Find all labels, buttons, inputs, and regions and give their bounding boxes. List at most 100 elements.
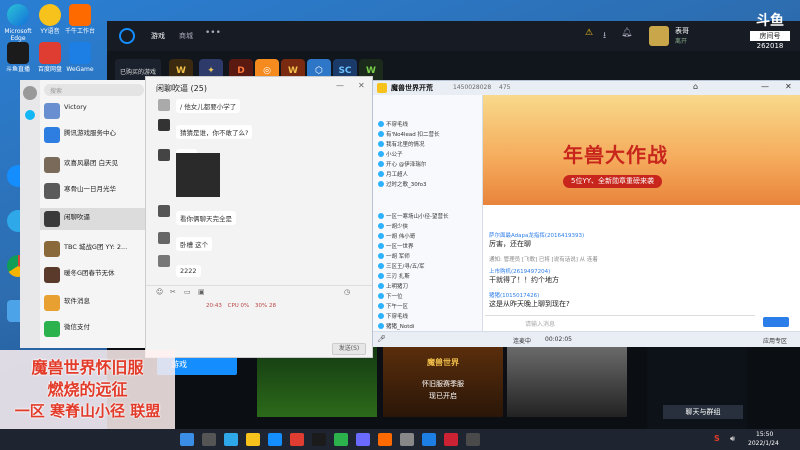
- desktop-icon-douyu[interactable]: 斗鱼直播: [3, 42, 33, 73]
- channel-user[interactable]: 上明猪刀: [378, 282, 408, 290]
- list-item[interactable]: 微信支付: [40, 318, 148, 340]
- user-status[interactable]: 离开: [675, 36, 687, 45]
- avatar[interactable]: [649, 26, 669, 46]
- send-button[interactable]: 发送(S): [332, 343, 366, 355]
- list-item[interactable]: 欢喜风暴团 白天见: [40, 154, 148, 176]
- douyu-watermark: 斗鱼 房间号 262018: [740, 10, 800, 58]
- chat-user[interactable]: 上市购机(2619497204): [489, 267, 550, 275]
- taskbar-app-icon[interactable]: [466, 433, 480, 446]
- taskbar-app-icon[interactable]: [356, 433, 370, 446]
- nav-shop[interactable]: 商城: [179, 31, 193, 41]
- list-item-selected[interactable]: 闲聊吹逼: [40, 208, 148, 230]
- channel-user[interactable]: 一胡 军师: [378, 252, 410, 260]
- channel-user[interactable]: 下午一区: [378, 302, 408, 310]
- list-item-name: 寒骨山一日月光华: [64, 185, 116, 193]
- taskbar-date[interactable]: 2022/1/24: [748, 440, 779, 447]
- channel-user-name: 开心 @伊泽瑞尔: [386, 162, 427, 168]
- home-icon[interactable]: ⌂: [693, 82, 698, 91]
- channel-user[interactable]: 一区一世界: [378, 242, 414, 250]
- user-dot-icon: [378, 181, 384, 187]
- image-icon[interactable]: ▣: [198, 288, 205, 296]
- chat-user[interactable]: 萨尔面最Adapa龙指挥(2016419393): [489, 231, 584, 239]
- send-icon[interactable]: [763, 317, 789, 327]
- minimize-icon[interactable]: —: [336, 81, 344, 90]
- desktop-icon-label: WeGame: [66, 66, 94, 73]
- nav-games[interactable]: 游戏: [151, 31, 165, 41]
- battlenet-logo-icon[interactable]: [119, 28, 135, 44]
- desktop-icon-wegame[interactable]: WeGame: [65, 42, 95, 73]
- channel-user[interactable]: 我有北里的情况: [378, 140, 425, 148]
- taskbar-app-icon[interactable]: [400, 433, 414, 446]
- taskbar-app-icon[interactable]: [224, 433, 238, 446]
- list-item[interactable]: 软件消息: [40, 292, 148, 314]
- desktop-icon-yy[interactable]: YY语音: [35, 4, 65, 35]
- list-item[interactable]: 暖冬G团春节无休: [40, 264, 148, 286]
- channel-user[interactable]: 有'No4lead 扣二营长: [378, 130, 440, 138]
- bell-icon[interactable]: 🔔︎: [621, 28, 632, 38]
- user-dot-icon: [378, 131, 384, 137]
- chat-input[interactable]: 请输入消息: [485, 315, 755, 329]
- taskbar-app-icon[interactable]: [378, 433, 392, 446]
- qq-avatar[interactable]: [23, 86, 37, 100]
- channel-user[interactable]: 月工超人: [378, 170, 408, 178]
- channel-user[interactable]: 下一位: [378, 292, 403, 300]
- windows-start-icon[interactable]: [180, 433, 194, 446]
- chat-image[interactable]: [176, 153, 220, 197]
- desktop-icon-baidu[interactable]: 百度网盘: [35, 42, 65, 73]
- warning-icon[interactable]: ⚠: [585, 28, 593, 38]
- channel-user[interactable]: 不穿毛线: [378, 120, 408, 128]
- taskbar-app-icon[interactable]: [334, 433, 348, 446]
- more-icon[interactable]: •••: [205, 28, 221, 38]
- channel-user[interactable]: 一区一寒场山小径-望营长: [378, 212, 449, 220]
- list-item-name: 软件消息: [64, 297, 90, 305]
- taskbar-app-icon[interactable]: [422, 433, 436, 446]
- close-icon[interactable]: ✕: [358, 81, 365, 90]
- desktop-icon-label: YY语音: [40, 28, 60, 35]
- douyu-room-label: 房间号: [750, 31, 790, 41]
- game-card[interactable]: [507, 347, 627, 417]
- volume-icon[interactable]: 🔊︎: [730, 434, 735, 444]
- chat-message: 这是从昨天晚上聊到现在?: [489, 300, 570, 308]
- desktop-icon-edge[interactable]: Microsoft Edge: [3, 4, 33, 42]
- featured-card[interactable]: 魔兽世界 怀旧服赛季服 现已开启: [383, 347, 503, 417]
- qq-search-input[interactable]: 搜索: [44, 84, 144, 96]
- channel-user[interactable]: 开心 @伊泽瑞尔: [378, 160, 426, 168]
- taskbar-app-icon[interactable]: [290, 433, 304, 446]
- emoji-icon[interactable]: ☺: [156, 288, 163, 296]
- channel-user[interactable]: 下穿毛线: [378, 312, 408, 320]
- scissors-icon[interactable]: ✂: [170, 288, 176, 296]
- list-item[interactable]: Victory: [40, 100, 148, 122]
- taskbar-app-icon[interactable]: [268, 433, 282, 446]
- list-item[interactable]: 腾讯游戏服务中心: [40, 124, 148, 146]
- channel-user[interactable]: 小公子: [378, 150, 403, 158]
- minimize-icon[interactable]: —: [761, 82, 769, 91]
- yy-footer-right[interactable]: 应用专区: [763, 336, 787, 345]
- chat-groups-button[interactable]: 聊天与群组: [663, 405, 743, 419]
- qq-sidebar: [20, 80, 40, 348]
- channel-user-name: 小公子: [386, 152, 403, 158]
- chat-user[interactable]: 猪猪(1015017426): [489, 291, 539, 299]
- taskbar-app-icon[interactable]: [444, 433, 458, 446]
- input-method-icon[interactable]: S: [714, 434, 720, 443]
- mic-icon[interactable]: 🎤︎: [377, 335, 386, 343]
- taskbar-app-icon[interactable]: [312, 433, 326, 446]
- channel-user[interactable]: 三刃 扎斯: [378, 272, 410, 280]
- channel-user[interactable]: 三区王/寻/五/军: [378, 262, 425, 270]
- taskbar-time[interactable]: 15:50: [756, 431, 773, 438]
- taskbar-app-icon[interactable]: [246, 433, 260, 446]
- channel-user[interactable]: 一胡少侠: [378, 222, 408, 230]
- channel-user[interactable]: 一胡 伟小哥: [378, 232, 415, 240]
- desktop-icon-qianniu[interactable]: 千牛工作台: [65, 4, 95, 35]
- search-icon[interactable]: [202, 433, 216, 446]
- list-item[interactable]: TBC 城战G团 YY: 2...: [40, 238, 148, 260]
- folder-icon[interactable]: ▭: [184, 288, 191, 296]
- chat-icon[interactable]: [25, 110, 35, 120]
- event-banner[interactable]: 年兽大作战 5位YY、全新勋章重磅来袭: [483, 95, 800, 205]
- channel-user[interactable]: 猪猪_Notdi: [378, 322, 414, 330]
- history-icon[interactable]: ◷: [344, 288, 350, 296]
- download-icon[interactable]: ⭳: [603, 28, 606, 44]
- channel-user[interactable]: 过时之歌_30fo3: [378, 180, 427, 188]
- yy-footer-left: 连麦中: [513, 338, 532, 345]
- list-item[interactable]: 寒骨山一日月光华: [40, 180, 148, 202]
- close-icon[interactable]: ✕: [785, 82, 792, 91]
